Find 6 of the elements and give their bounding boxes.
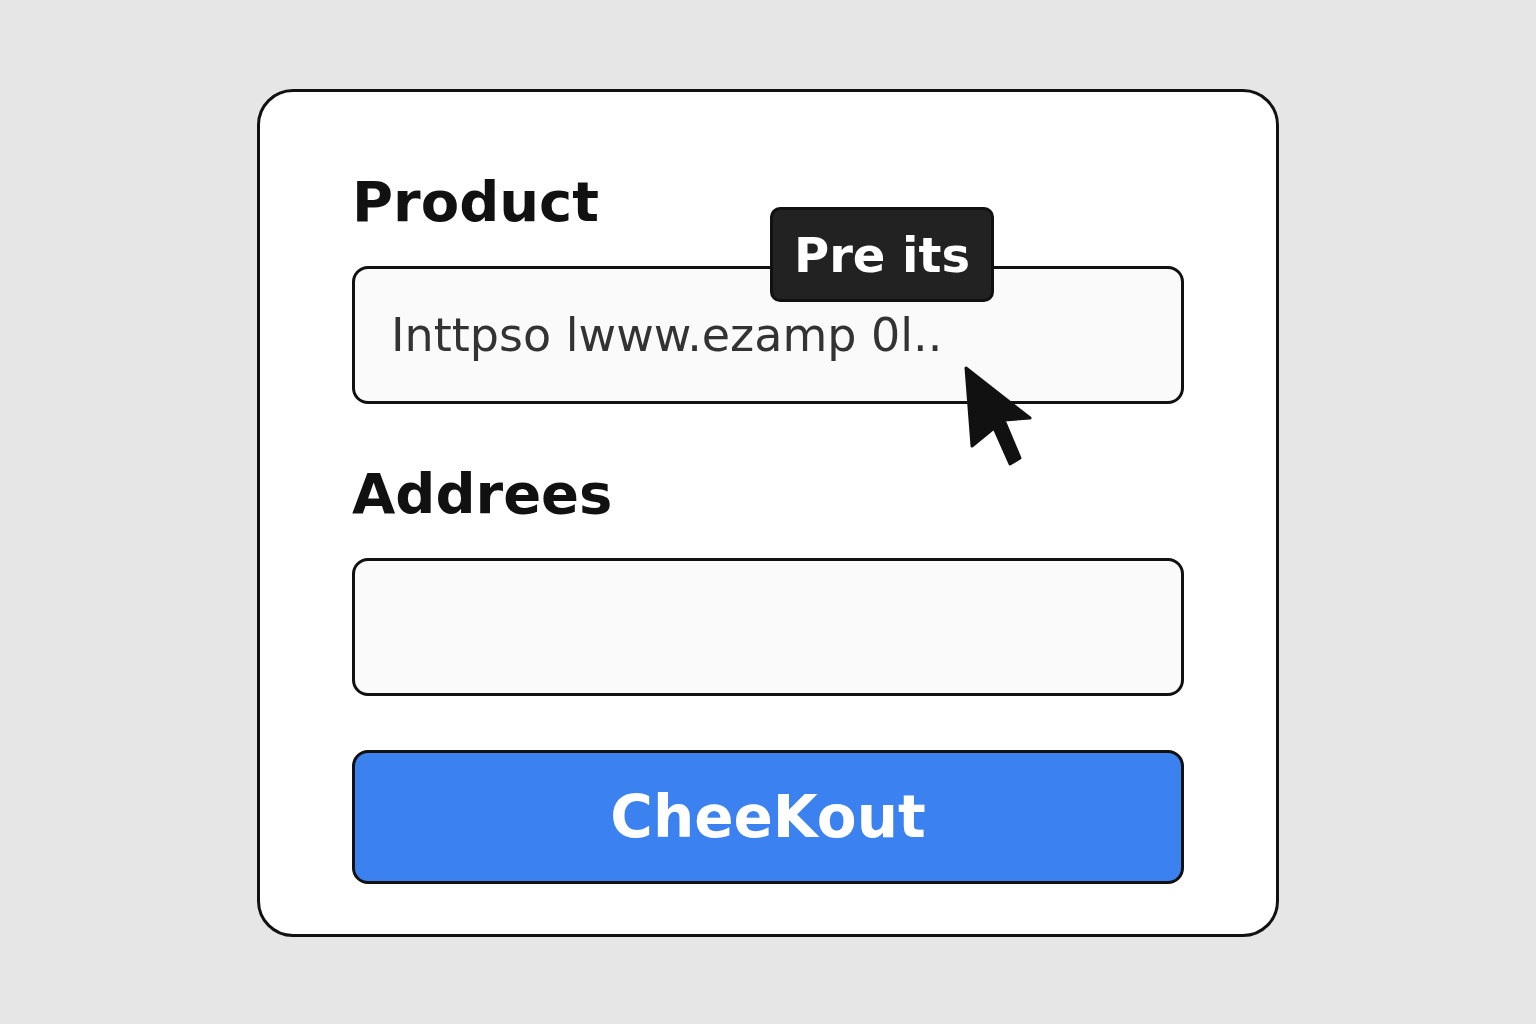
field-label: Addrees <box>352 466 613 522</box>
tooltip: Pre its <box>770 207 994 302</box>
checkout-button[interactable]: CheeKout <box>352 750 1184 884</box>
field-label: Product <box>352 174 600 230</box>
input-field[interactable] <box>352 558 1184 696</box>
cursor-icon <box>964 366 1034 468</box>
